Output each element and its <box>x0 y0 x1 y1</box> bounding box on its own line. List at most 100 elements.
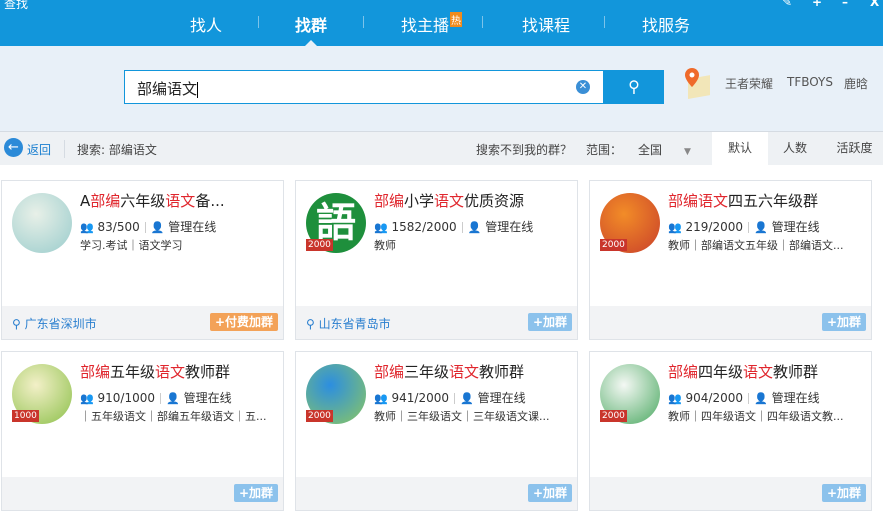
group-title[interactable]: 部编三年级语文教师群 <box>374 361 574 382</box>
title-segment: 部编 <box>374 363 405 381</box>
card-footer: ⚲ 广东省深圳市 +付费加群 <box>2 306 283 339</box>
title-segment: 六年级 <box>120 192 166 210</box>
tab-find-course[interactable]: 找课程 <box>522 12 570 36</box>
hot-word[interactable]: TFBOYS <box>787 75 833 89</box>
join-group-button[interactable]: +加群 <box>527 484 572 502</box>
title-segment: 语文 <box>434 192 465 210</box>
title-segment: 三年级 <box>404 363 450 381</box>
admin-icon: 👤 <box>460 392 474 405</box>
capacity-badge: 2000 <box>600 410 627 422</box>
group-card[interactable]: A部编六年级语文备... 👥 83/500 👤 管理在线 学习.考试｜语文学习 ⚲… <box>1 180 284 340</box>
group-tags: 教师｜四年级语文｜四年级语文教... <box>668 410 844 423</box>
group-title[interactable]: 部编五年级语文教师群 <box>80 361 280 382</box>
admin-status: 管理在线 <box>183 391 232 405</box>
search-input[interactable]: 部编语文 <box>124 70 604 104</box>
group-card[interactable]: 2000 部编四年级语文教师群 👥 904/2000 👤 管理在线 教师｜四年级语… <box>589 351 872 511</box>
members-icon: 👥 <box>80 221 94 234</box>
admin-icon: 👤 <box>754 221 768 234</box>
group-card[interactable]: 2000 部编三年级语文教师群 👥 941/2000 👤 管理在线 教师｜三年级语… <box>295 351 578 511</box>
search-query-label: 搜索: 部编语文 <box>77 143 157 157</box>
group-meta: 👥 219/2000 👤 管理在线 <box>668 218 820 235</box>
card-footer: +加群 <box>590 477 871 510</box>
member-count: 219/2000 <box>685 220 744 234</box>
group-title[interactable]: 部编小学语文优质资源 <box>374 190 574 211</box>
back-arrow-icon[interactable]: ← <box>4 138 23 157</box>
join-group-button[interactable]: +加群 <box>233 484 278 502</box>
admin-status: 管理在线 <box>485 220 534 234</box>
admin-icon: 👤 <box>467 221 482 234</box>
member-count: 904/2000 <box>685 391 744 405</box>
title-segment: 语文 <box>743 363 774 381</box>
title-segment: 备... <box>195 192 225 210</box>
location-map-icon[interactable] <box>682 66 712 102</box>
capacity-badge: 2000 <box>306 239 333 251</box>
group-meta: 👥 83/500 👤 管理在线 <box>80 218 216 235</box>
join-group-button[interactable]: +加群 <box>527 313 572 331</box>
title-segment: 教师群 <box>773 363 819 381</box>
window-title: 查找 <box>4 0 29 11</box>
location-text: 山东省青岛市 <box>318 317 391 331</box>
sort-activity[interactable]: 活跃度 <box>826 132 883 165</box>
card-footer: ⚲ 山东省青岛市 +加群 <box>296 306 577 339</box>
tab-find-people[interactable]: 找人 <box>190 12 222 36</box>
group-card[interactable]: 1000 部编五年级语文教师群 👥 910/1000 👤 管理在线 ｜五年级语文｜… <box>1 351 284 511</box>
hot-word[interactable]: 鹿晗 <box>844 75 868 92</box>
group-title[interactable]: A部编六年级语文备... <box>80 190 280 211</box>
group-meta: 👥 910/1000 👤 管理在线 <box>80 389 232 406</box>
join-group-button[interactable]: +加群 <box>821 313 866 331</box>
member-count: 1582/2000 <box>391 220 457 234</box>
admin-icon: 👤 <box>150 221 165 234</box>
tab-find-service[interactable]: 找服务 <box>642 12 690 36</box>
tab-find-streamer[interactable]: 找主播热 <box>401 12 463 36</box>
title-segment: 四年级 <box>698 363 744 381</box>
range-label: 范围： <box>586 143 623 157</box>
join-group-button[interactable]: +加群 <box>821 484 866 502</box>
title-segment: 五年级 <box>110 363 156 381</box>
results-toolbar: ← 返回 搜索: 部编语文 搜索不到我的群？ 范围： 全国 ▼ 默认 人数 活跃度 <box>0 131 883 165</box>
sort-default[interactable]: 默认 <box>712 132 768 165</box>
pin-icon[interactable]: ✎ <box>782 0 792 9</box>
group-meta: 👥 941/2000 👤 管理在线 <box>374 389 526 406</box>
capacity-badge: 1000 <box>12 410 39 422</box>
title-segment: 语文 <box>155 363 186 381</box>
title-bar: 查找 ✎ + – X 找人 找群 找主播热 找课程 找服务 <box>0 0 883 46</box>
title-segment: 优质资源 <box>464 192 525 210</box>
group-title[interactable]: 部编四年级语文教师群 <box>668 361 868 382</box>
capacity-badge: 2000 <box>600 239 627 251</box>
admin-icon: 👤 <box>166 392 180 405</box>
hot-word[interactable]: 王者荣耀 <box>725 75 773 92</box>
title-segment: 教师群 <box>185 363 231 381</box>
search-button[interactable]: ⚲ <box>604 70 664 104</box>
tab-find-group[interactable]: 找群 <box>295 12 327 36</box>
not-found-link[interactable]: 搜索不到我的群？ <box>476 141 572 158</box>
members-icon: 👥 <box>668 392 682 405</box>
group-meta: 👥 904/2000 👤 管理在线 <box>668 389 820 406</box>
group-card[interactable]: 語 2000 部编小学语文优质资源 👥 1582/2000 👤 管理在线 教师 ⚲… <box>295 180 578 340</box>
group-tags: 学习.考试｜语文学习 <box>80 239 183 252</box>
title-segment: 语文 <box>449 363 480 381</box>
member-count: 83/500 <box>97 220 140 234</box>
title-segment: 部编 <box>90 192 121 210</box>
location-pin-icon: ⚲ <box>306 317 315 331</box>
maximize-icon[interactable]: + <box>812 0 822 9</box>
group-tags: 教师｜部编语文五年级｜部编语文... <box>668 239 844 252</box>
admin-icon: 👤 <box>754 392 768 405</box>
title-segment: 部编语文 <box>668 192 729 210</box>
back-link[interactable]: 返回 <box>27 141 51 158</box>
chevron-down-icon: ▼ <box>684 147 691 157</box>
group-tags: ｜五年级语文｜部编五年级语文｜五... <box>80 410 267 423</box>
sort-members[interactable]: 人数 <box>770 132 820 165</box>
card-footer: +加群 <box>2 477 283 510</box>
range-select[interactable]: 全国 ▼ <box>638 141 691 158</box>
group-card[interactable]: 2000 部编语文四五六年级群 👥 219/2000 👤 管理在线 教师｜部编语文… <box>589 180 872 340</box>
clear-icon[interactable]: ✕ <box>576 80 590 94</box>
close-icon[interactable]: X <box>870 0 879 9</box>
group-avatar[interactable] <box>12 193 72 253</box>
group-title[interactable]: 部编语文四五六年级群 <box>668 190 868 211</box>
title-segment: A <box>80 192 91 210</box>
join-group-button[interactable]: +付费加群 <box>209 313 278 331</box>
card-footer: +加群 <box>590 306 871 339</box>
search-value: 部编语文 <box>137 80 198 98</box>
minimize-icon[interactable]: – <box>842 0 848 9</box>
admin-status: 管理在线 <box>477 391 526 405</box>
